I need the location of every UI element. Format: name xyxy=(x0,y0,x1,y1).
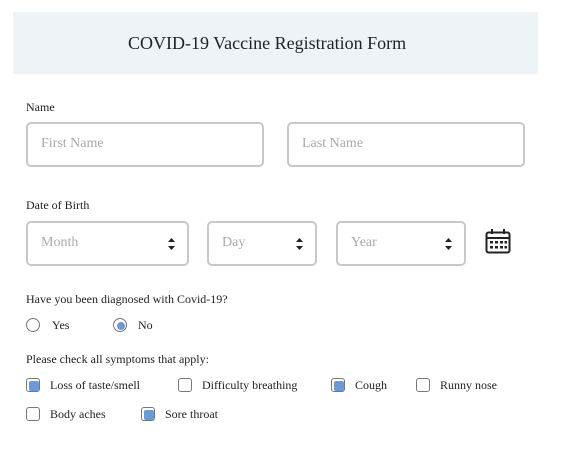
select-arrows-icon xyxy=(445,238,452,250)
checkbox-difficulty-breathing-label: Difficulty breathing xyxy=(202,378,298,392)
dob-label: Date of Birth xyxy=(26,198,90,212)
radio-no[interactable] xyxy=(113,318,127,332)
checkbox-sore-throat-label: Sore throat xyxy=(165,407,218,421)
radio-no-label: No xyxy=(138,318,153,332)
day-select[interactable]: Day xyxy=(207,221,317,266)
checkbox-cough-label: Cough xyxy=(355,378,388,392)
checkbox-sore-throat[interactable] xyxy=(141,407,155,421)
last-name-input[interactable]: Last Name xyxy=(287,122,525,167)
form-title: COVID-19 Vaccine Registration Form xyxy=(128,33,407,53)
name-label: Name xyxy=(26,100,55,114)
month-select[interactable]: Month xyxy=(26,221,189,266)
radio-yes[interactable] xyxy=(26,318,40,332)
checkbox-runny-nose-label: Runny nose xyxy=(440,378,497,392)
checkbox-body-aches-label: Body aches xyxy=(50,407,106,421)
checkbox-runny-nose[interactable] xyxy=(416,378,430,392)
select-arrows-icon xyxy=(296,238,303,250)
select-arrows-icon xyxy=(168,238,175,250)
symptoms-question: Please check all symptoms that apply: xyxy=(26,352,209,366)
form-header: COVID-19 Vaccine Registration Form xyxy=(13,12,538,74)
checkbox-difficulty-breathing[interactable] xyxy=(178,378,192,392)
first-name-placeholder: First Name xyxy=(41,136,104,151)
checkbox-cough[interactable] xyxy=(331,378,345,392)
last-name-placeholder: Last Name xyxy=(302,136,364,151)
day-placeholder: Day xyxy=(222,235,246,250)
year-placeholder: Year xyxy=(351,235,377,250)
checkbox-body-aches[interactable] xyxy=(26,407,40,421)
year-select[interactable]: Year xyxy=(336,221,466,266)
calendar-icon[interactable] xyxy=(485,228,511,254)
month-placeholder: Month xyxy=(41,235,79,250)
radio-yes-label: Yes xyxy=(52,318,70,332)
diagnosed-question: Have you been diagnosed with Covid-19? xyxy=(26,292,228,306)
checkbox-loss-of-taste[interactable] xyxy=(26,378,40,392)
first-name-input[interactable]: First Name xyxy=(26,122,264,167)
checkbox-loss-of-taste-label: Loss of taste/smell xyxy=(50,378,140,392)
